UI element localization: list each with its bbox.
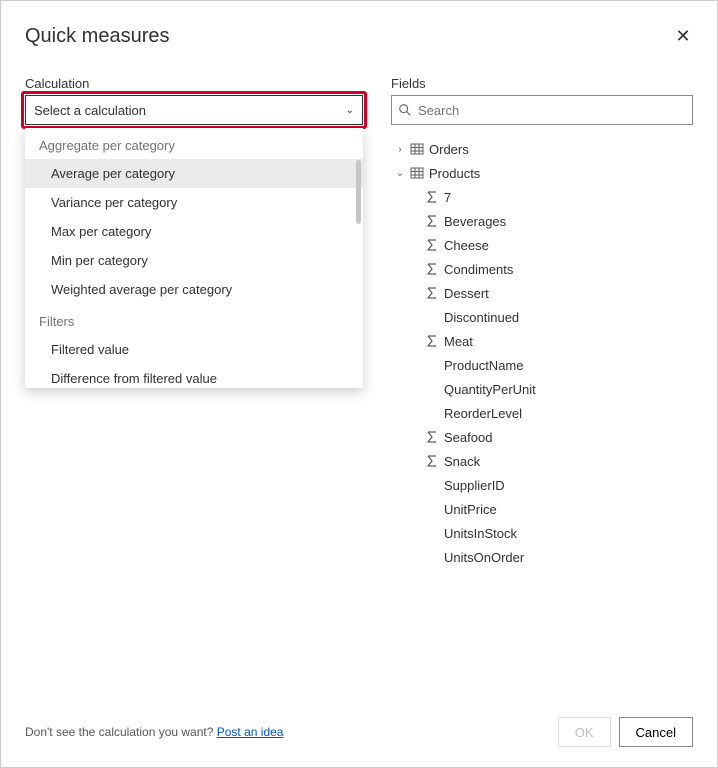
blank-icon bbox=[425, 382, 439, 396]
tree-field-row[interactable]: Snack bbox=[391, 449, 693, 473]
sigma-icon bbox=[425, 262, 439, 276]
tree-field-row[interactable]: UnitsOnOrder bbox=[391, 545, 693, 569]
tree-field-label: Beverages bbox=[444, 214, 506, 229]
dropdown-item[interactable]: Max per category bbox=[25, 217, 363, 246]
fields-label: Fields bbox=[391, 76, 693, 91]
dropdown-group-header: Filters bbox=[25, 304, 363, 335]
dropdown-group-header: Aggregate per category bbox=[25, 128, 363, 159]
tree-field-label: Discontinued bbox=[444, 310, 519, 325]
calculation-section: Calculation Select a calculation ⌄ Aggre… bbox=[25, 76, 363, 569]
search-input[interactable] bbox=[418, 103, 686, 118]
calculation-select[interactable]: Select a calculation ⌄ bbox=[25, 95, 363, 125]
calculation-select-text: Select a calculation bbox=[34, 103, 146, 118]
tree-field-label: Dessert bbox=[444, 286, 489, 301]
tree-field-row[interactable]: Cheese bbox=[391, 233, 693, 257]
sigma-icon bbox=[425, 334, 439, 348]
tree-field-row[interactable]: UnitPrice bbox=[391, 497, 693, 521]
cancel-button[interactable]: Cancel bbox=[619, 717, 693, 747]
tree-field-row[interactable]: SupplierID bbox=[391, 473, 693, 497]
tree-field-row[interactable]: Dessert bbox=[391, 281, 693, 305]
tree-field-label: SupplierID bbox=[444, 478, 505, 493]
sigma-icon bbox=[425, 214, 439, 228]
tree-field-label: Snack bbox=[444, 454, 480, 469]
tree-field-label: Meat bbox=[444, 334, 473, 349]
tree-field-row[interactable]: Beverages bbox=[391, 209, 693, 233]
dialog-footer: Don't see the calculation you want? Post… bbox=[25, 717, 693, 747]
tree-table-label: Products bbox=[429, 166, 480, 181]
dropdown-item[interactable]: Min per category bbox=[25, 246, 363, 275]
tree-field-row[interactable]: Meat bbox=[391, 329, 693, 353]
tree-table-row[interactable]: › Orders bbox=[391, 137, 693, 161]
ok-button: OK bbox=[558, 717, 611, 747]
tree-field-label: UnitsOnOrder bbox=[444, 550, 524, 565]
tree-field-label: Seafood bbox=[444, 430, 492, 445]
blank-icon bbox=[425, 526, 439, 540]
blank-icon bbox=[425, 478, 439, 492]
tree-field-label: Condiments bbox=[444, 262, 513, 277]
tree-field-label: UnitPrice bbox=[444, 502, 497, 517]
tree-field-row[interactable]: 7 bbox=[391, 185, 693, 209]
dropdown-item[interactable]: Average per category bbox=[25, 159, 363, 188]
tree-field-label: ProductName bbox=[444, 358, 523, 373]
sigma-icon bbox=[425, 238, 439, 252]
chevron-right-icon: › bbox=[395, 144, 405, 155]
post-idea-link[interactable]: Post an idea bbox=[217, 725, 284, 739]
tree-field-label: QuantityPerUnit bbox=[444, 382, 536, 397]
search-field[interactable] bbox=[391, 95, 693, 125]
fields-section: Fields › Orders ⌄ Products 7 Beverages Cheese C… bbox=[391, 76, 693, 569]
blank-icon bbox=[425, 406, 439, 420]
calculation-dropdown: Aggregate per categoryAverage per catego… bbox=[25, 128, 363, 388]
chevron-down-icon: ⌄ bbox=[395, 168, 405, 179]
tree-field-row[interactable]: ReorderLevel bbox=[391, 401, 693, 425]
sigma-icon bbox=[425, 430, 439, 444]
titlebar: Quick measures ✕ bbox=[25, 25, 693, 48]
table-icon bbox=[410, 142, 424, 156]
tree-table-row[interactable]: ⌄ Products bbox=[391, 161, 693, 185]
fields-tree: › Orders ⌄ Products 7 Beverages Cheese Condimen… bbox=[391, 137, 693, 569]
dialog-title: Quick measures bbox=[25, 25, 170, 48]
sigma-icon bbox=[425, 286, 439, 300]
tree-field-row[interactable]: Seafood bbox=[391, 425, 693, 449]
blank-icon bbox=[425, 550, 439, 564]
tree-field-label: 7 bbox=[444, 190, 451, 205]
tree-field-row[interactable]: UnitsInStock bbox=[391, 521, 693, 545]
quick-measures-dialog: Quick measures ✕ Calculation Select a ca… bbox=[1, 1, 717, 767]
footer-text: Don't see the calculation you want? Post… bbox=[25, 725, 283, 739]
blank-icon bbox=[425, 358, 439, 372]
tree-field-row[interactable]: ProductName bbox=[391, 353, 693, 377]
tree-field-label: Cheese bbox=[444, 238, 489, 253]
tree-field-label: UnitsInStock bbox=[444, 526, 517, 541]
dropdown-item[interactable]: Variance per category bbox=[25, 188, 363, 217]
dropdown-item[interactable]: Difference from filtered value bbox=[25, 364, 363, 388]
search-icon bbox=[398, 103, 412, 117]
blank-icon bbox=[425, 502, 439, 516]
sigma-icon bbox=[425, 190, 439, 204]
blank-icon bbox=[425, 310, 439, 324]
dropdown-item[interactable]: Weighted average per category bbox=[25, 275, 363, 304]
chevron-down-icon: ⌄ bbox=[346, 105, 354, 116]
tree-field-label: ReorderLevel bbox=[444, 406, 522, 421]
table-icon bbox=[410, 166, 424, 180]
tree-field-row[interactable]: Discontinued bbox=[391, 305, 693, 329]
sigma-icon bbox=[425, 454, 439, 468]
tree-field-row[interactable]: QuantityPerUnit bbox=[391, 377, 693, 401]
close-icon[interactable]: ✕ bbox=[673, 26, 693, 47]
tree-field-row[interactable]: Condiments bbox=[391, 257, 693, 281]
tree-table-label: Orders bbox=[429, 142, 469, 157]
dropdown-item[interactable]: Filtered value bbox=[25, 335, 363, 364]
calculation-label: Calculation bbox=[25, 76, 363, 91]
scrollbar-thumb[interactable] bbox=[356, 160, 361, 224]
